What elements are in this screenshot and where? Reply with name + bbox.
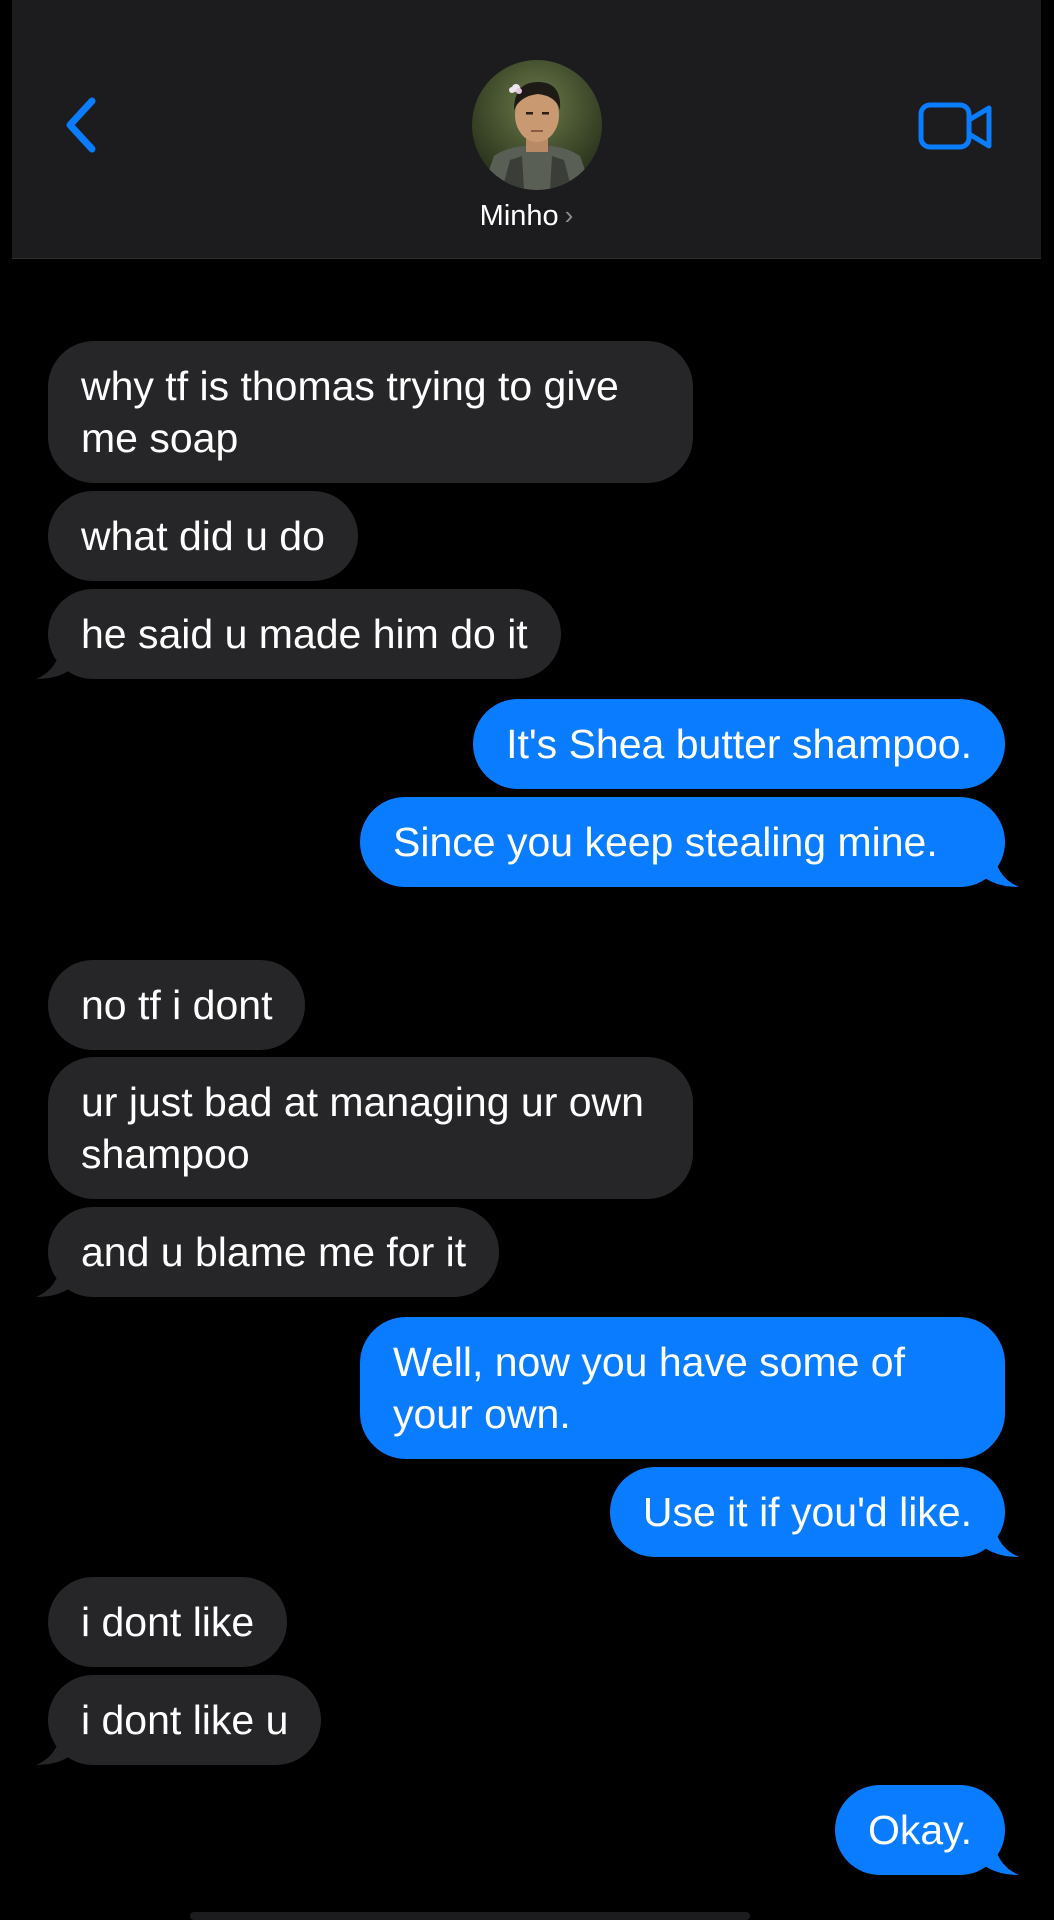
- contact-name: Minho: [479, 200, 559, 232]
- bubble-tail: [36, 639, 76, 679]
- message-bubble-incoming[interactable]: he said u made him do it: [36, 589, 561, 679]
- bubble-tail: [36, 1257, 76, 1297]
- message-bubble-outgoing[interactable]: Okay.: [834, 1785, 1019, 1875]
- message-text: ur just bad at managing ur own shampoo: [81, 1079, 644, 1177]
- message-bubble-outgoing[interactable]: Since you keep stealing mine.: [360, 797, 1019, 887]
- message-text: what did u do: [81, 513, 325, 559]
- message-text: It's Shea butter shampoo.: [506, 721, 972, 767]
- message-bubble-incoming[interactable]: no tf i dont: [48, 960, 306, 1050]
- message-text: no tf i dont: [81, 982, 273, 1028]
- message-bubble-incoming[interactable]: i dont like u: [36, 1675, 322, 1765]
- message-text: i dont like u: [81, 1697, 289, 1743]
- message-bubble-outgoing[interactable]: It's Shea butter shampoo.: [473, 699, 1005, 789]
- message-bubble-outgoing[interactable]: Well, now you have some of your own.: [360, 1317, 1005, 1459]
- bubble-tail: [979, 847, 1019, 887]
- back-button[interactable]: [58, 95, 108, 155]
- contact-name-button[interactable]: Minho ›: [12, 200, 1041, 233]
- message-text: Okay.: [867, 1807, 972, 1853]
- message-bubble-incoming[interactable]: i dont like: [48, 1577, 288, 1667]
- video-call-button[interactable]: [917, 98, 995, 156]
- bubble-tail: [979, 1517, 1019, 1557]
- message-text: i dont like: [81, 1599, 255, 1645]
- chevron-right-icon: ›: [564, 200, 574, 230]
- video-camera-icon: [918, 102, 992, 150]
- contact-avatar[interactable]: [472, 60, 602, 190]
- chevron-left-icon: [66, 97, 96, 153]
- message-text: and u blame me for it: [81, 1229, 467, 1275]
- message-bubble-incoming[interactable]: why tf is thomas trying to give me soap: [48, 341, 693, 483]
- message-text: Since you keep stealing mine.: [393, 819, 938, 865]
- message-bubble-incoming[interactable]: and u blame me for it: [36, 1207, 500, 1297]
- message-text: he said u made him do it: [81, 611, 528, 657]
- conversation-header: Minho ›: [12, 0, 1041, 259]
- message-bubble-incoming[interactable]: what did u do: [48, 491, 358, 581]
- composer-edge: [190, 1912, 750, 1920]
- message-bubble-outgoing[interactable]: Use it if you'd like.: [609, 1467, 1019, 1557]
- bubble-tail: [36, 1725, 76, 1765]
- message-bubble-incoming[interactable]: ur just bad at managing ur own shampoo: [48, 1057, 693, 1199]
- message-text: Use it if you'd like.: [642, 1489, 972, 1535]
- message-text: why tf is thomas trying to give me soap: [81, 363, 619, 461]
- bubble-tail: [979, 1835, 1019, 1875]
- avatar-photo: [472, 60, 602, 190]
- message-text: Well, now you have some of your own.: [393, 1339, 905, 1437]
